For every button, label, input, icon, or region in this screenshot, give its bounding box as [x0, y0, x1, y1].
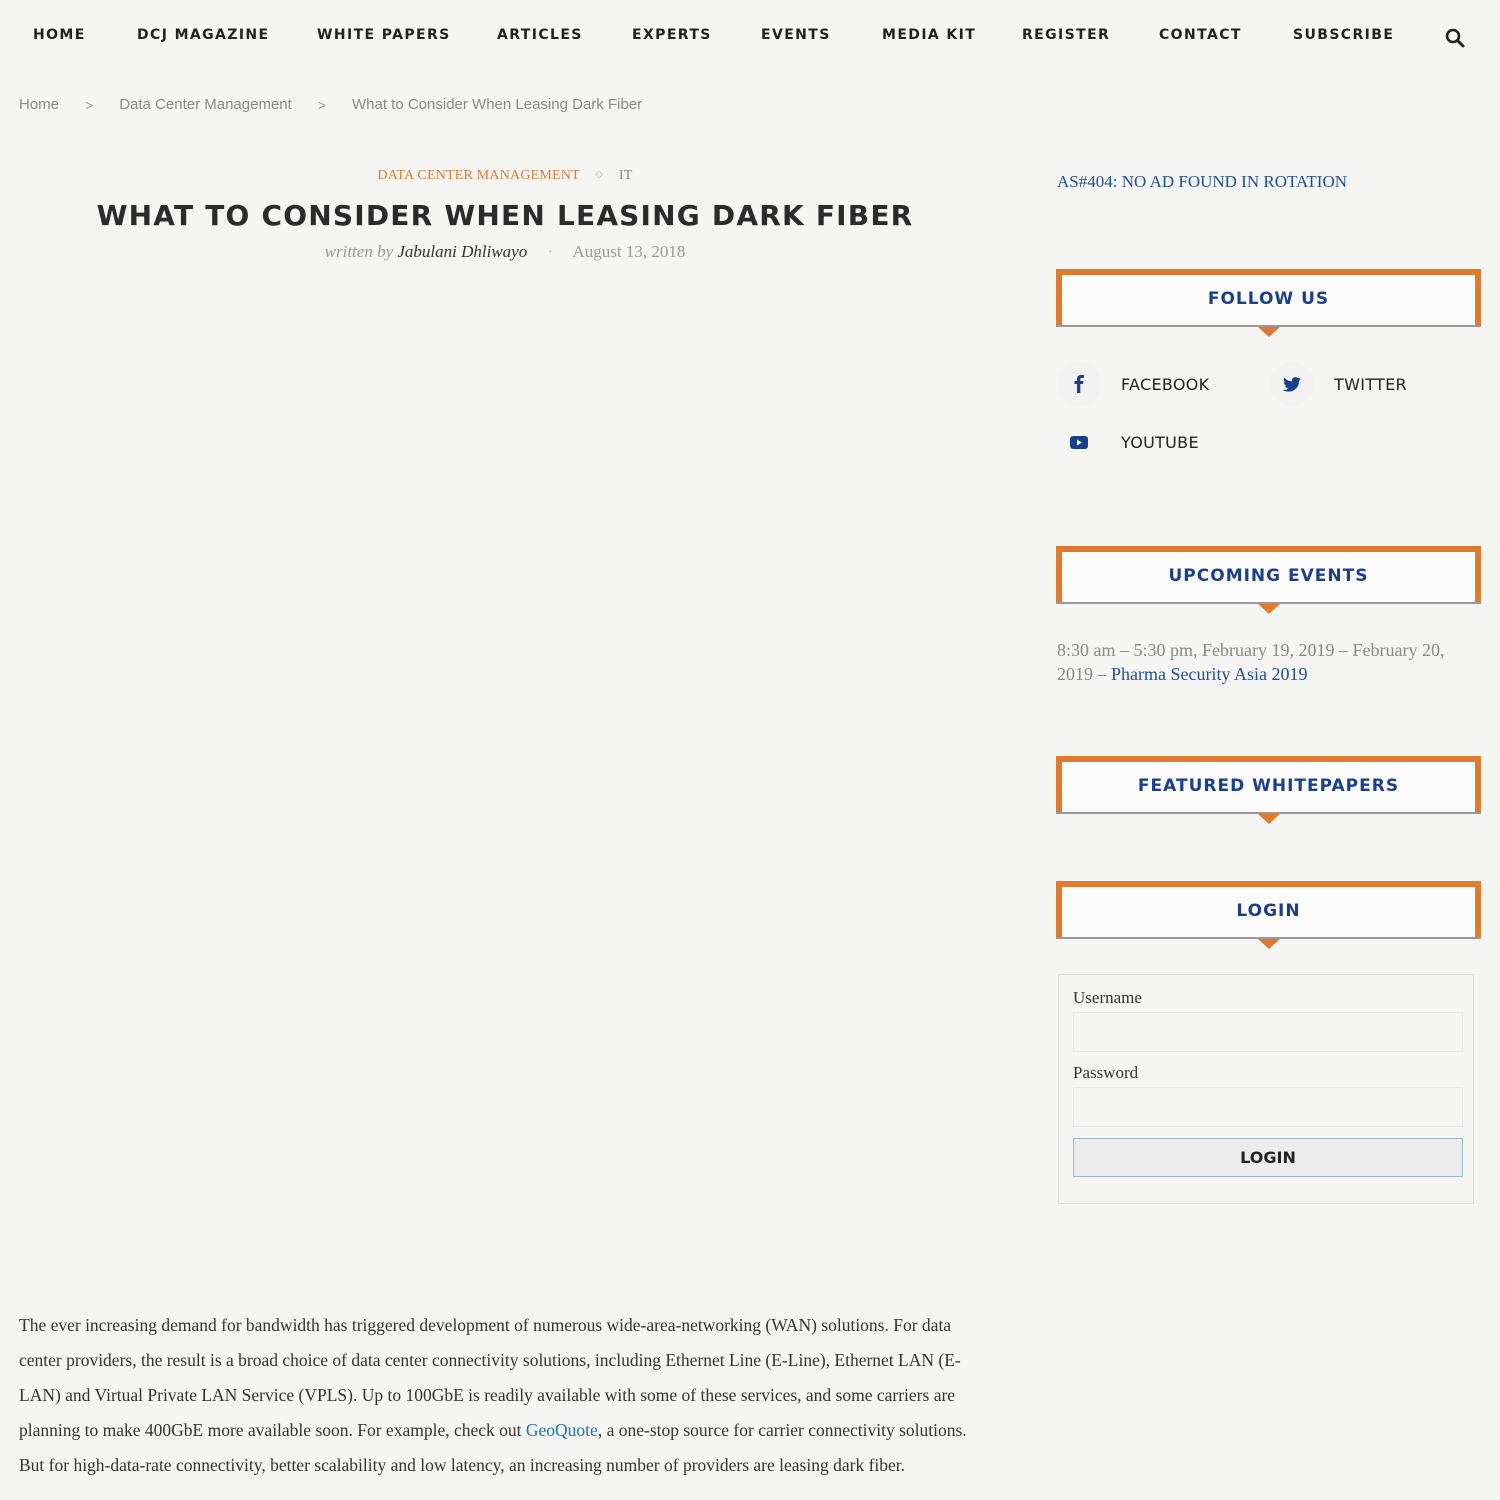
article-title: WHAT TO CONSIDER WHEN LEASING DARK FIBER: [96, 199, 914, 232]
breadcrumb-data-center-management[interactable]: Data Center Management: [119, 96, 292, 113]
login-widget-title: LOGIN: [1056, 881, 1481, 949]
follow-us-widget-title: FOLLOW US: [1056, 269, 1481, 337]
featured-whitepapers-title: FEATURED WHITEPAPERS: [1137, 776, 1400, 796]
facebook-link[interactable]: FACEBOOK: [1057, 362, 1209, 406]
nav-articles[interactable]: ARTICLES: [497, 27, 583, 43]
article-categories: DATA CENTER MANAGEMENT ◇ IT: [0, 168, 1010, 184]
facebook-icon: [1057, 362, 1101, 406]
facebook-label: FACEBOOK: [1121, 374, 1210, 394]
category-it[interactable]: IT: [619, 168, 633, 183]
widget-arrow-icon: [1257, 604, 1280, 614]
follow-us-title: FOLLOW US: [1207, 289, 1330, 309]
twitter-icon: [1270, 362, 1314, 406]
nav-experts[interactable]: EXPERTS: [632, 27, 712, 43]
ad-notice[interactable]: AS#404: NO AD FOUND IN ROTATION: [1057, 172, 1347, 192]
category-separator-icon: ◇: [595, 169, 604, 180]
nav-events[interactable]: EVENTS: [761, 27, 831, 43]
login-button[interactable]: LOGIN: [1073, 1138, 1463, 1177]
login-form: Username Password LOGIN: [1058, 974, 1474, 1204]
article-body: The ever increasing demand for bandwidth…: [19, 1308, 994, 1483]
nav-media-kit[interactable]: MEDIA KIT: [882, 27, 976, 43]
username-input[interactable]: [1073, 1012, 1463, 1052]
youtube-link[interactable]: YOUTUBE: [1057, 420, 1199, 464]
category-data-center-management[interactable]: DATA CENTER MANAGEMENT: [377, 168, 579, 183]
twitter-label: TWITTER: [1334, 374, 1407, 394]
password-label: Password: [1073, 1063, 1139, 1082]
breadcrumb-separator: >: [85, 96, 94, 113]
byline-separator: ·: [547, 242, 554, 261]
breadcrumb: Home > Data Center Management > What to …: [19, 96, 642, 113]
event-item: 8:30 am – 5:30 pm, February 19, 2019 – F…: [1057, 638, 1477, 686]
password-input[interactable]: [1073, 1087, 1463, 1127]
login-title: LOGIN: [1236, 901, 1301, 921]
nav-contact[interactable]: CONTACT: [1159, 27, 1242, 43]
article-byline: written by Jabulani Dhliwayo · August 13…: [0, 242, 1010, 262]
breadcrumb-home[interactable]: Home: [19, 96, 59, 113]
written-by-label: written by: [324, 242, 394, 261]
youtube-icon: [1057, 420, 1101, 464]
featured-whitepapers-widget-title: FEATURED WHITEPAPERS: [1056, 756, 1481, 824]
nav-home[interactable]: HOME: [33, 27, 86, 43]
author-link[interactable]: Jabulani Dhliwayo: [397, 242, 527, 261]
breadcrumb-separator: >: [317, 96, 326, 113]
youtube-label: YOUTUBE: [1121, 432, 1199, 452]
article-date: August 13, 2018: [572, 242, 686, 261]
widget-arrow-icon: [1257, 939, 1280, 949]
event-link[interactable]: Pharma Security Asia 2019: [1111, 664, 1307, 684]
breadcrumb-current: What to Consider When Leasing Dark Fiber: [352, 96, 643, 113]
top-navigation: HOME DCJ MAGAZINE WHITE PAPERS ARTICLES …: [0, 0, 1500, 74]
widget-arrow-icon: [1257, 327, 1280, 337]
nav-dcj-magazine[interactable]: DCJ MAGAZINE: [137, 27, 270, 43]
geoquote-link[interactable]: GeoQuote: [526, 1420, 598, 1440]
widget-arrow-icon: [1257, 814, 1280, 824]
username-label: Username: [1073, 988, 1142, 1007]
upcoming-events-widget-title: UPCOMING EVENTS: [1056, 546, 1481, 614]
nav-register[interactable]: REGISTER: [1022, 27, 1110, 43]
twitter-link[interactable]: TWITTER: [1270, 362, 1407, 406]
upcoming-events-title: UPCOMING EVENTS: [1168, 566, 1369, 586]
nav-subscribe[interactable]: SUBSCRIBE: [1293, 27, 1394, 43]
search-icon[interactable]: [1445, 28, 1465, 48]
nav-white-papers[interactable]: WHITE PAPERS: [317, 27, 451, 43]
